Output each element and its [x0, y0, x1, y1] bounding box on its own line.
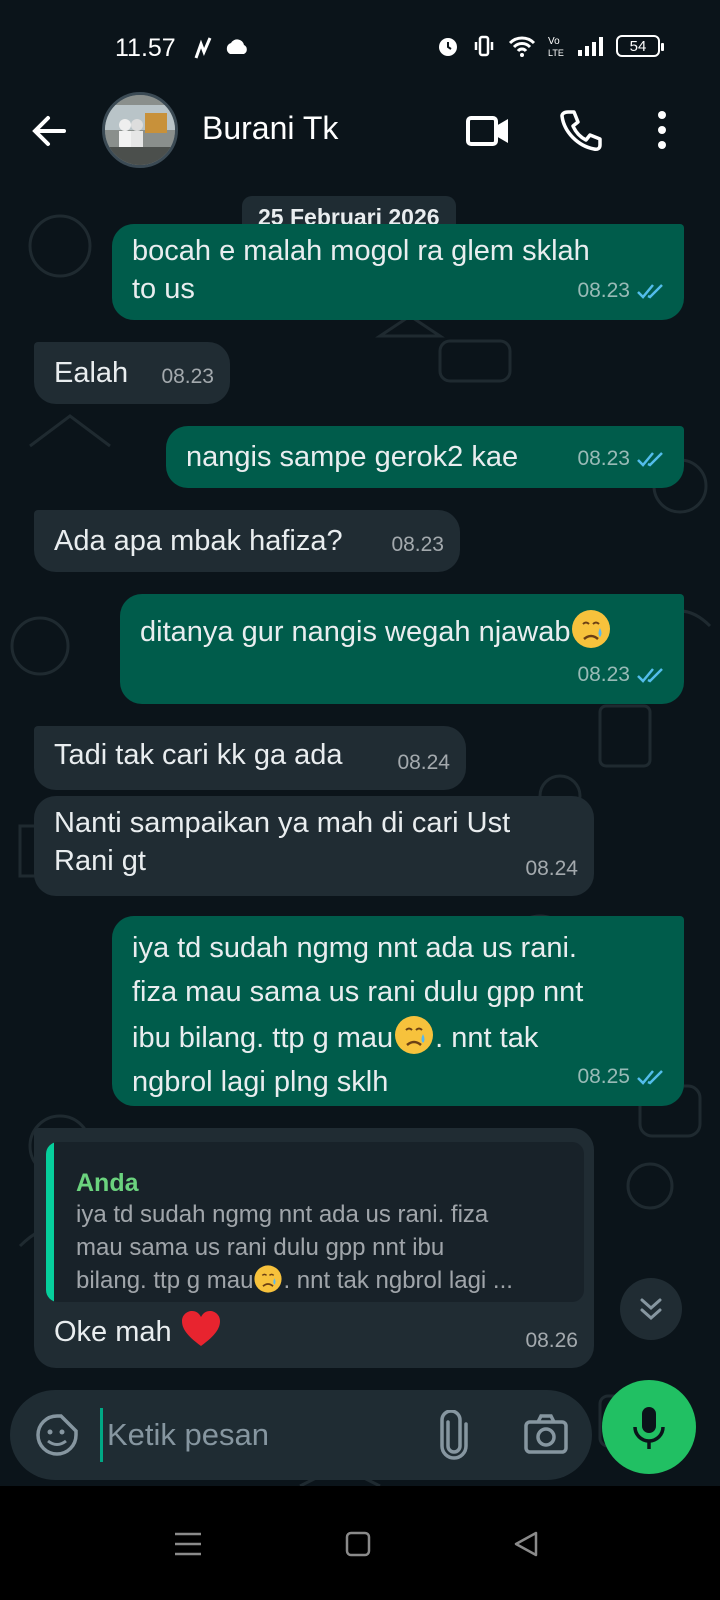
status-bar: 11.57 Vo LTE 54 [0, 0, 720, 90]
attachment-icon[interactable] [434, 1410, 474, 1460]
quote-line: bilang. ttp g mau [76, 1267, 254, 1294]
red-heart-emoji [181, 1311, 220, 1346]
avatar-photo [105, 95, 175, 165]
message-text-line: Nanti sampaikan ya mah di cari Ust [54, 807, 511, 839]
alarm-icon [439, 38, 457, 56]
battery-icon: 54 [616, 35, 664, 57]
message-meta: 08.23 [577, 440, 668, 478]
message-time: 08.24 [525, 857, 578, 880]
message-meta: 08.23 [577, 272, 668, 310]
contact-name[interactable]: Burani Tk [202, 110, 338, 147]
message-time: 08.26 [525, 1329, 578, 1352]
message-meta: 08.25 [577, 1058, 668, 1096]
cloud-icon [226, 39, 247, 54]
message-outgoing[interactable]: nangis sampe gerok2 kae 08.23 [166, 426, 684, 488]
vibrate-icon [474, 35, 494, 57]
message-text: Oke mah [54, 1316, 172, 1348]
svg-text:LTE: LTE [548, 48, 564, 58]
message-text: ditanya gur nangis wegah njawab [140, 616, 571, 648]
quote-text: iya td sudah ngmg nnt ada us rani. fiza … [76, 1198, 576, 1297]
message-incoming-reply[interactable]: Anda iya td sudah ngmg nnt ada us rani. … [34, 1128, 594, 1368]
crying-face-emoji [395, 1016, 434, 1054]
message-outgoing[interactable]: iya td sudah ngmg nnt ada us rani. fiza … [112, 916, 684, 1106]
message-text-line: Rani gt [54, 845, 146, 877]
message-time: 08.23 [577, 279, 630, 302]
message-time: 08.24 [397, 751, 450, 774]
chat-header: Burani Tk [0, 90, 720, 186]
nav-recents-button[interactable] [158, 1514, 218, 1574]
crying-face-emoji [254, 1265, 283, 1293]
message-outgoing[interactable]: ditanya gur nangis wegah njawab 08.23 [120, 594, 684, 704]
more-options-icon[interactable] [642, 106, 690, 154]
voice-call-icon[interactable] [556, 106, 604, 154]
chat-area[interactable]: 25 Februari 2026 bocah e malah mogol ra … [0, 186, 720, 1510]
message-time: 08.25 [577, 1065, 630, 1088]
battery-level: 54 [629, 37, 647, 55]
message-text-line: bocah e malah mogol ra glem sklah [132, 235, 590, 267]
message-time: 08.23 [577, 663, 630, 686]
message-time: 08.23 [577, 447, 630, 470]
status-time: 11.57 [115, 34, 176, 62]
message-text-line: iya td sudah ngmg nnt ada us rani. [132, 932, 577, 964]
volte-icon: VoLTE [548, 36, 564, 58]
message-incoming[interactable]: Nanti sampaikan ya mah di cari Ust Rani … [34, 796, 594, 896]
message-text-line: to us [132, 273, 195, 305]
quote-line: mau sama us rani dulu gpp nnt ibu [76, 1234, 445, 1261]
status-left-icons [192, 36, 250, 60]
system-navigation-bar [0, 1486, 720, 1600]
message-text-line: ibu bilang. ttp g mau [132, 1022, 394, 1054]
message-text: Tadi tak cari kk ga ada [54, 739, 343, 771]
microphone-icon [633, 1407, 665, 1449]
read-ticks-icon [637, 452, 663, 467]
crying-face-emoji [572, 610, 611, 648]
nav-home-button[interactable] [328, 1514, 388, 1574]
message-incoming[interactable]: Ealah 08.23 [34, 342, 230, 404]
menu-lines-icon [175, 1532, 201, 1556]
quoted-message[interactable]: Anda iya td sudah ngmg nnt ada us rani. … [46, 1142, 584, 1302]
quote-line: iya td sudah ngmg nnt ada us rani. fiza [76, 1201, 489, 1228]
message-incoming[interactable]: Ada apa mbak hafiza? 08.23 [34, 510, 460, 572]
message-composer [10, 1390, 592, 1480]
message-text-line: fiza mau sama us rani dulu gpp nnt [132, 976, 584, 1008]
data-activity-icon [194, 37, 212, 59]
read-ticks-icon [637, 668, 663, 683]
back-arrow-icon[interactable] [26, 108, 72, 154]
message-time: 08.23 [161, 365, 214, 388]
contact-avatar[interactable] [102, 92, 178, 168]
scroll-to-bottom-button[interactable] [620, 1278, 682, 1340]
message-text: Ada apa mbak hafiza? [54, 525, 343, 557]
video-call-icon[interactable] [464, 106, 512, 154]
svg-text:Vo: Vo [548, 36, 560, 47]
quote-accent-bar [46, 1142, 54, 1302]
message-input[interactable] [100, 1408, 400, 1462]
message-text: Ealah [54, 357, 129, 389]
back-triangle-icon [514, 1531, 538, 1557]
message-outgoing[interactable]: bocah e malah mogol ra glem sklah to us … [112, 224, 684, 320]
message-meta: 08.23 [577, 656, 668, 694]
double-chevron-down-icon [640, 1298, 662, 1321]
sticker-emoji-icon[interactable] [34, 1412, 80, 1458]
signal-icon [578, 37, 603, 56]
message-text-line: . nnt tak [435, 1022, 539, 1054]
message-text: nangis sampe gerok2 kae [186, 441, 519, 473]
wifi-icon [508, 36, 536, 57]
quote-line: . nnt tak ngbrol lagi ... [283, 1267, 513, 1294]
quote-author: Anda [76, 1169, 139, 1197]
nav-back-button[interactable] [496, 1514, 556, 1574]
voice-record-button[interactable] [602, 1380, 696, 1474]
message-text-line: ngbrol lagi plng sklh [132, 1066, 389, 1098]
read-ticks-icon [637, 1070, 663, 1085]
square-icon [345, 1531, 371, 1557]
read-ticks-icon [637, 284, 663, 299]
message-incoming[interactable]: Tadi tak cari kk ga ada 08.24 [34, 726, 466, 790]
camera-icon[interactable] [522, 1412, 570, 1458]
message-time: 08.23 [391, 533, 444, 556]
status-right-icons: Vo LTE 54 [436, 34, 664, 58]
